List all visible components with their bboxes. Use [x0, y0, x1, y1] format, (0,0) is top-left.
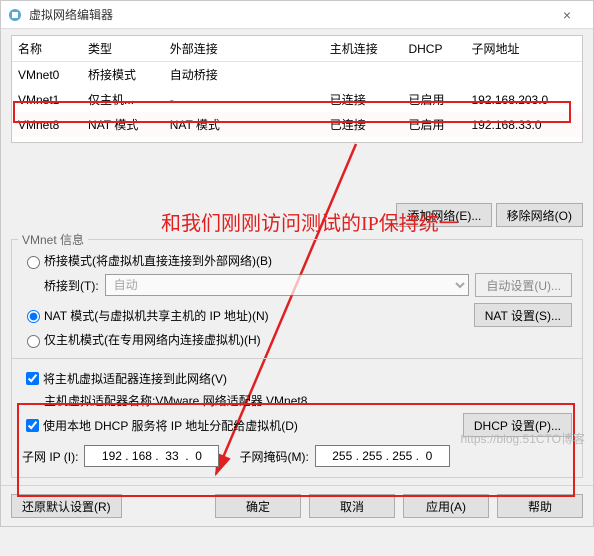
- table-row[interactable]: VMnet0桥接模式自动桥接: [12, 62, 582, 88]
- cell-name: VMnet8: [12, 112, 82, 137]
- auto-setting-button: 自动设置(U)...: [475, 273, 572, 297]
- vmnet-info-group: VMnet 信息 桥接模式(将虚拟机直接连接到外部网络)(B) 桥接到(T): …: [11, 239, 583, 478]
- restore-defaults-button[interactable]: 还原默认设置(R): [11, 494, 122, 518]
- group-label: VMnet 信息: [18, 231, 88, 248]
- table-row[interactable]: VMnet1仅主机...-已连接已启用192.168.203.0: [12, 87, 582, 112]
- subnet-ip-input[interactable]: [84, 445, 219, 467]
- bridge-to-label: 桥接到(T):: [44, 277, 99, 294]
- cell-ext: NAT 模式: [164, 112, 324, 137]
- cell-subnet: [465, 62, 582, 88]
- app-icon: [7, 7, 23, 23]
- network-table-container: 名称 类型 外部连接 主机连接 DHCP 子网地址 VMnet0桥接模式自动桥接…: [11, 35, 583, 143]
- nat-setting-button[interactable]: NAT 设置(S)...: [474, 303, 572, 327]
- cell-ext: -: [164, 87, 324, 112]
- check-dhcp-label: 使用本地 DHCP 服务将 IP 地址分配给虚拟机(D): [43, 417, 298, 434]
- col-type[interactable]: 类型: [82, 36, 164, 62]
- col-name[interactable]: 名称: [12, 36, 82, 62]
- subnet-mask-input[interactable]: [315, 445, 450, 467]
- cell-name: VMnet0: [12, 62, 82, 88]
- cell-name: VMnet1: [12, 87, 82, 112]
- remove-network-button[interactable]: 移除网络(O): [496, 203, 583, 227]
- radio-bridge-label: 桥接模式(将虚拟机直接连接到外部网络)(B): [44, 252, 272, 269]
- window-root: 虚拟网络编辑器 × 名称 类型 外部连接 主机连接 DHCP 子网地址 VMne…: [0, 0, 594, 527]
- network-table: 名称 类型 外部连接 主机连接 DHCP 子网地址 VMnet0桥接模式自动桥接…: [12, 36, 582, 137]
- check-host-adapter-label: 将主机虚拟适配器连接到此网络(V): [43, 370, 227, 387]
- cell-dhcp: [402, 62, 465, 88]
- cell-subnet: 192.168.33.0: [465, 112, 582, 137]
- table-row[interactable]: VMnet8NAT 模式NAT 模式已连接已启用192.168.33.0: [12, 112, 582, 137]
- subnet-ip-label: 子网 IP (I):: [22, 448, 78, 465]
- radio-hostonly-label: 仅主机模式(在专用网络内连接虚拟机)(H): [44, 331, 261, 348]
- host-adapter-name-label: 主机虚拟适配器名称:: [44, 392, 155, 409]
- cell-dhcp: 已启用: [402, 112, 465, 137]
- cell-type: 桥接模式: [82, 62, 164, 88]
- cell-ext: 自动桥接: [164, 62, 324, 88]
- subnet-mask-label: 子网掩码(M):: [239, 448, 308, 465]
- radio-hostonly[interactable]: [27, 335, 40, 348]
- check-dhcp[interactable]: [26, 419, 39, 432]
- help-button[interactable]: 帮助: [497, 494, 583, 518]
- cell-type: 仅主机...: [82, 87, 164, 112]
- table-header-row: 名称 类型 外部连接 主机连接 DHCP 子网地址: [12, 36, 582, 62]
- annotation-text: 和我们刚刚访问测试的IP保持统一: [161, 207, 459, 236]
- dialog-footer: 还原默认设置(R) 确定 取消 应用(A) 帮助: [1, 485, 593, 526]
- col-external[interactable]: 外部连接: [164, 36, 324, 62]
- bridge-to-select: 自动: [105, 274, 470, 296]
- cell-host: [324, 62, 403, 88]
- host-adapter-name-value: VMware 网络适配器 VMnet8: [155, 392, 307, 409]
- cancel-button[interactable]: 取消: [309, 494, 395, 518]
- radio-bridge[interactable]: [27, 256, 40, 269]
- col-dhcp[interactable]: DHCP: [402, 36, 465, 62]
- window-title: 虚拟网络编辑器: [29, 6, 547, 23]
- cell-host: 已连接: [324, 87, 403, 112]
- close-icon[interactable]: ×: [547, 7, 587, 23]
- col-subnet[interactable]: 子网地址: [465, 36, 582, 62]
- cell-type: NAT 模式: [82, 112, 164, 137]
- cell-subnet: 192.168.203.0: [465, 87, 582, 112]
- ok-button[interactable]: 确定: [215, 494, 301, 518]
- cell-dhcp: 已启用: [402, 87, 465, 112]
- radio-nat-label: NAT 模式(与虚拟机共享主机的 IP 地址)(N): [44, 307, 269, 324]
- titlebar: 虚拟网络编辑器 ×: [1, 1, 593, 29]
- cell-host: 已连接: [324, 112, 403, 137]
- apply-button[interactable]: 应用(A): [403, 494, 489, 518]
- radio-nat[interactable]: [27, 310, 40, 323]
- check-host-adapter[interactable]: [26, 372, 39, 385]
- col-host[interactable]: 主机连接: [324, 36, 403, 62]
- dhcp-setting-button[interactable]: DHCP 设置(P)...: [463, 413, 572, 437]
